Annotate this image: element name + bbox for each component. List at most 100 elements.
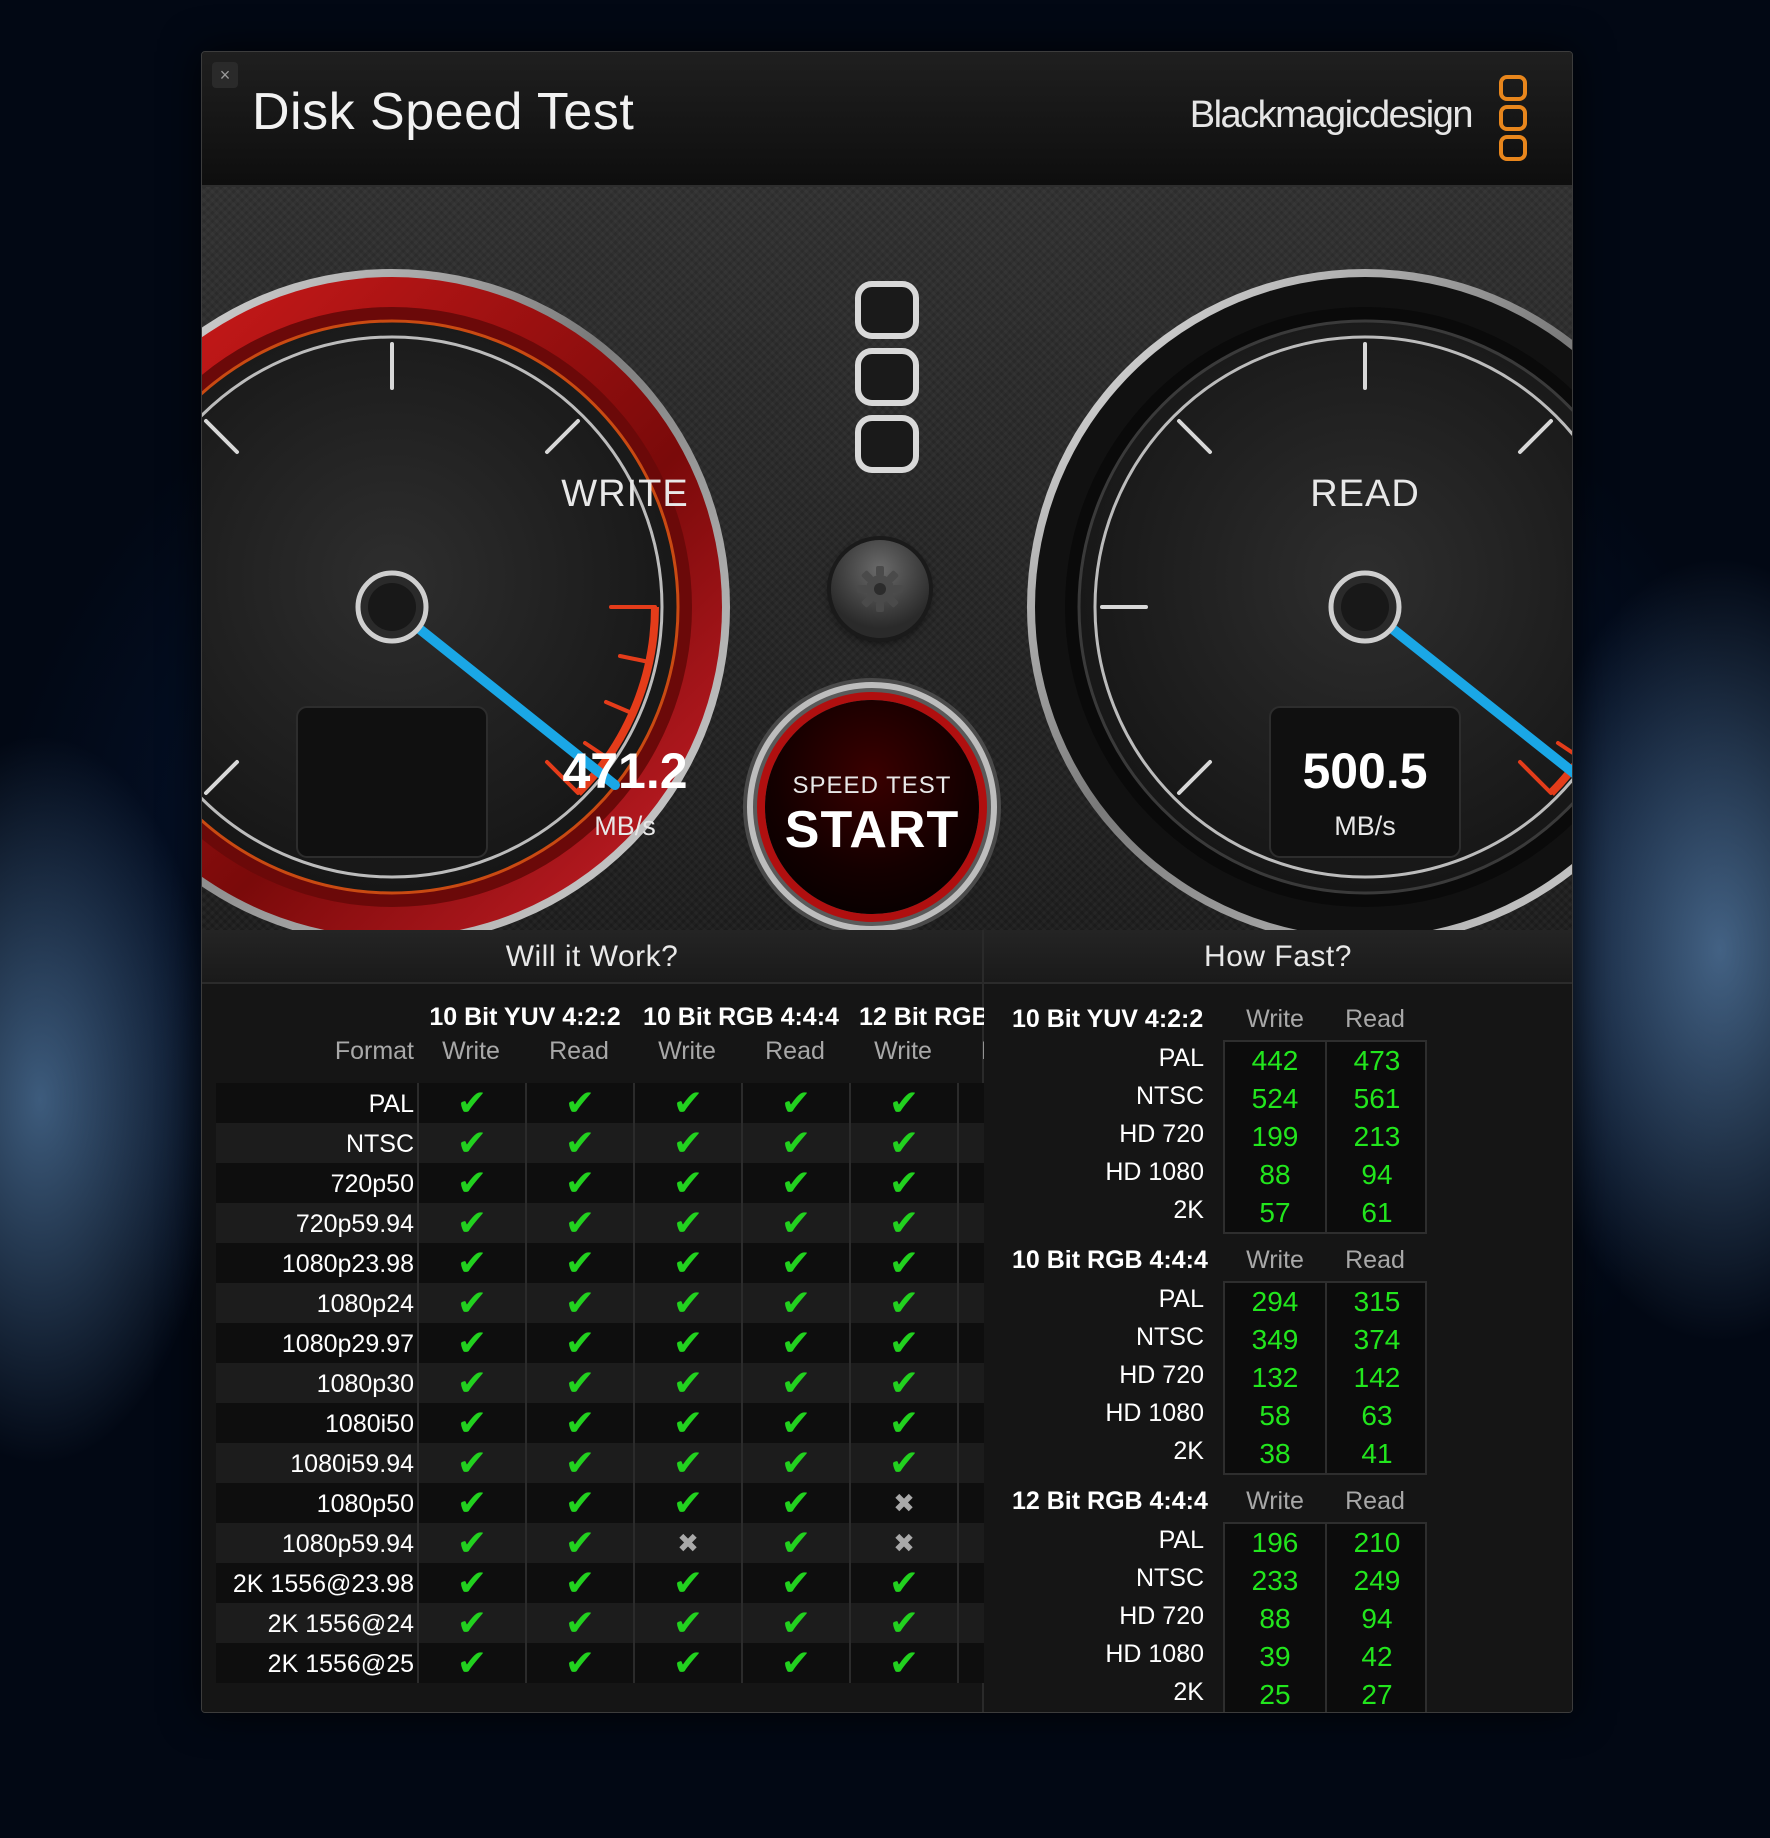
read-speed: 94	[1325, 1600, 1427, 1638]
how-fast-row-label: PAL	[1158, 1044, 1204, 1072]
checkmark-icon: ✔	[741, 1323, 849, 1363]
write-speed: 294	[1251, 1286, 1299, 1317]
how-fast-row-label: HD 1080	[1105, 1399, 1204, 1427]
how-fast-group-title: 12 Bit RGB 4:4:4	[1012, 1487, 1208, 1515]
read-speed: 561	[1325, 1080, 1427, 1118]
checkmark-icon: ✔	[525, 1403, 633, 1443]
checkmark-icon: ✔	[849, 1603, 957, 1643]
status-lights-icon	[855, 281, 919, 473]
checkmark-icon: ✔	[417, 1603, 525, 1643]
close-icon[interactable]: ×	[212, 62, 238, 88]
group-header: 10 Bit RGB 4:4:4	[643, 1003, 839, 1031]
format-label: 1080p29.97	[281, 1330, 414, 1358]
how-fast-title: How Fast?	[984, 930, 1572, 984]
write-speed: 57	[1259, 1197, 1291, 1228]
format-label: 1080p30	[316, 1370, 414, 1398]
read-speed: 473	[1325, 1042, 1427, 1080]
format-label: 1080p59.94	[281, 1530, 414, 1558]
write-speed: 38	[1259, 1438, 1291, 1469]
checkmark-icon: ✔	[741, 1443, 849, 1483]
read-speed: 63	[1325, 1397, 1427, 1435]
will-it-work-panel: Will it Work? 10 Bit YUV 4:2:2 10 Bit RGB…	[202, 930, 1072, 1712]
checkmark-icon: ✔	[525, 1643, 633, 1683]
format-label: 1080p50	[316, 1490, 414, 1518]
how-fast-row-label: 2K	[1173, 1196, 1204, 1224]
sub-header: Read	[549, 1037, 609, 1065]
checkmark-icon: ✔	[741, 1203, 849, 1243]
how-fast-row-label: PAL	[1158, 1526, 1204, 1554]
sub-header: Write	[658, 1037, 716, 1065]
checkmark-icon: ✔	[525, 1323, 633, 1363]
table-row: 720p59.94✔✔✔✔✔✔	[216, 1203, 1072, 1243]
table-row: 2K 1556@25✔✔✔✔✔✔	[216, 1643, 1072, 1683]
blackmagic-logo-icon	[1499, 75, 1527, 161]
how-fast-values: 294 315 349 374 132 142 58 63 38 41	[1223, 1281, 1427, 1475]
cross-icon: ✖	[849, 1523, 957, 1563]
list-item: 88 94	[1225, 1600, 1425, 1638]
table-row: 1080p29.97✔✔✔✔✔✔	[216, 1323, 1072, 1363]
checkmark-icon: ✔	[525, 1603, 633, 1643]
format-label: 720p50	[330, 1170, 414, 1198]
checkmark-icon: ✔	[525, 1363, 633, 1403]
how-fast-row-label: 2K	[1173, 1678, 1204, 1706]
write-speed: 196	[1251, 1527, 1299, 1558]
settings-button[interactable]	[831, 540, 929, 638]
list-item: 196 210	[1225, 1524, 1425, 1562]
gauge-panel: WRITE 471.2 MB/s READ 500.5 MB/s SPEED T…	[202, 187, 1572, 930]
cross-icon: ✖	[849, 1483, 957, 1523]
checkmark-icon: ✔	[741, 1403, 849, 1443]
checkmark-icon: ✔	[525, 1443, 633, 1483]
checkmark-icon: ✔	[741, 1283, 849, 1323]
read-speed: 249	[1325, 1562, 1427, 1600]
checkmark-icon: ✔	[417, 1443, 525, 1483]
checkmark-icon: ✔	[525, 1123, 633, 1163]
table-row: 1080p24✔✔✔✔✔✔	[216, 1283, 1072, 1323]
checkmark-icon: ✔	[417, 1323, 525, 1363]
how-fast-row-label: NTSC	[1135, 1082, 1204, 1110]
checkmark-icon: ✔	[417, 1403, 525, 1443]
checkmark-icon: ✔	[525, 1083, 633, 1123]
sub-header: Write	[442, 1037, 500, 1065]
list-item: 199 213	[1225, 1118, 1425, 1156]
checkmark-icon: ✔	[849, 1363, 957, 1403]
write-speed: 199	[1251, 1121, 1299, 1152]
format-label: PAL	[368, 1090, 414, 1118]
read-column-header: Read	[1345, 1487, 1405, 1515]
brand-name: Blackmagicdesign	[1189, 94, 1474, 136]
checkmark-icon: ✔	[849, 1563, 957, 1603]
checkmark-icon: ✔	[417, 1203, 525, 1243]
read-gauge-label: READ	[1310, 473, 1420, 515]
write-speed: 25	[1259, 1679, 1291, 1710]
read-speed: 27	[1325, 1676, 1427, 1712]
app-title: Disk Speed Test	[252, 83, 635, 141]
checkmark-icon: ✔	[633, 1643, 741, 1683]
speed-test-start-button[interactable]: SPEED TEST START	[765, 700, 979, 914]
list-item: 88 94	[1225, 1156, 1425, 1194]
checkmark-icon: ✔	[741, 1643, 849, 1683]
format-column-header: Format	[334, 1037, 414, 1065]
how-fast-values: 442 473 524 561 199 213 88 94 57 61	[1223, 1040, 1427, 1234]
checkmark-icon: ✔	[741, 1483, 849, 1523]
how-fast-row-label: NTSC	[1135, 1564, 1204, 1592]
checkmark-icon: ✔	[849, 1123, 957, 1163]
read-speed: 315	[1325, 1283, 1427, 1321]
checkmark-icon: ✔	[741, 1563, 849, 1603]
read-speed: 61	[1325, 1194, 1427, 1232]
how-fast-row-label: HD 720	[1119, 1361, 1204, 1389]
checkmark-icon: ✔	[417, 1083, 525, 1123]
how-fast-row-label: HD 720	[1119, 1120, 1204, 1148]
checkmark-icon: ✔	[633, 1363, 741, 1403]
checkmark-icon: ✔	[417, 1283, 525, 1323]
write-speed: 349	[1251, 1324, 1299, 1355]
how-fast-row-label: HD 720	[1119, 1602, 1204, 1630]
write-column-header: Write	[1246, 1246, 1304, 1274]
list-item: 524 561	[1225, 1080, 1425, 1118]
format-label: 720p59.94	[295, 1210, 414, 1238]
table-row: 1080p30✔✔✔✔✔✔	[216, 1363, 1072, 1403]
start-button-sub-label: SPEED TEST	[792, 772, 952, 799]
how-fast-group-title: 10 Bit YUV 4:2:2	[1012, 1005, 1204, 1033]
disk-speed-test-window: × Disk Speed Test Blackmagicdesign WRITE…	[201, 51, 1573, 1713]
checkmark-icon: ✔	[633, 1483, 741, 1523]
write-column-header: Write	[1246, 1005, 1304, 1033]
checkmark-icon: ✔	[849, 1243, 957, 1283]
